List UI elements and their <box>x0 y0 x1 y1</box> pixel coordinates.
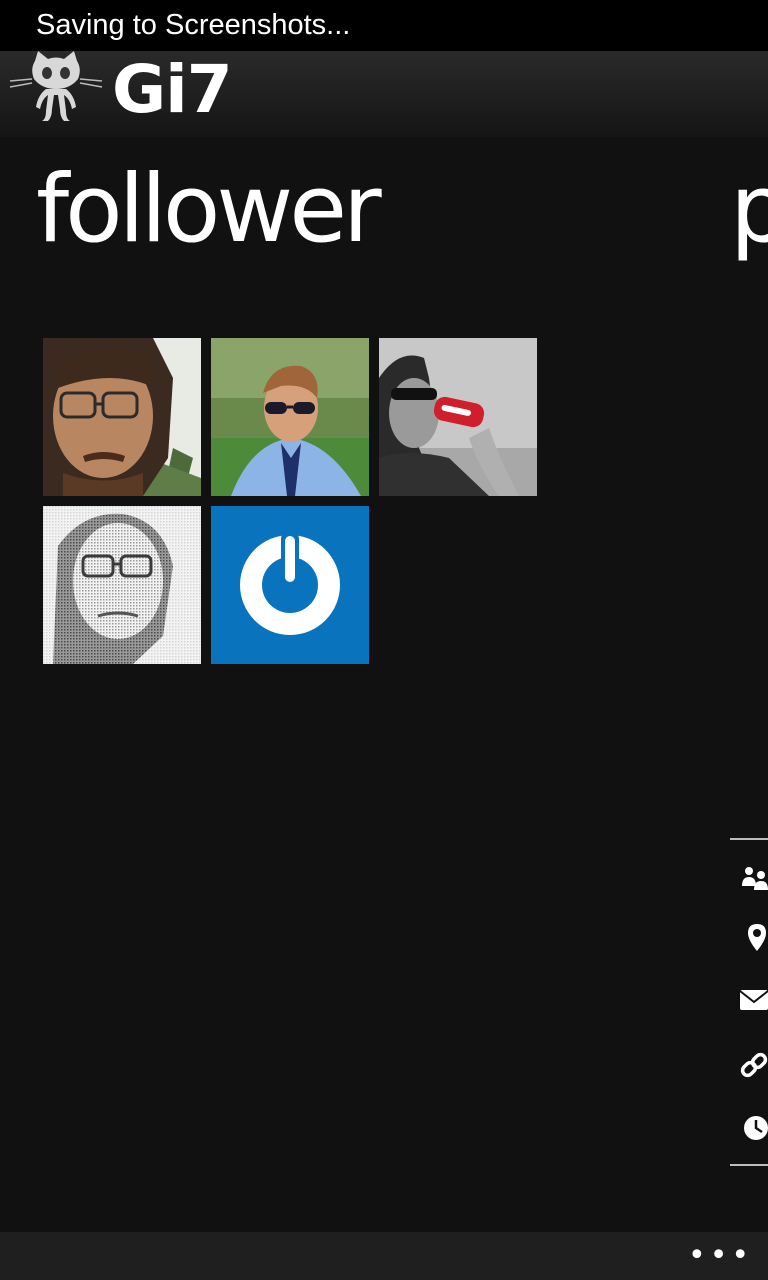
more-options-button[interactable]: ••• <box>688 1241 749 1271</box>
clock-icon <box>744 1116 768 1140</box>
follower-avatar-photo <box>379 338 537 496</box>
app-bar: ••• <box>0 1232 768 1280</box>
status-text: Saving to Screenshots... <box>36 9 351 41</box>
follower-avatar-photo <box>43 506 201 664</box>
power-logo-icon <box>211 506 369 664</box>
divider <box>730 1164 768 1166</box>
people-icon <box>742 867 768 890</box>
follower-tile[interactable] <box>211 506 369 664</box>
pivot-title[interactable]: follower <box>36 150 382 270</box>
app-title: Gi7 <box>112 51 233 128</box>
pivot-next-title[interactable]: p <box>730 150 768 270</box>
octocat-icon <box>9 51 103 121</box>
app-header: Gi7 <box>0 51 768 137</box>
status-bar: Saving to Screenshots... <box>0 0 768 51</box>
follower-avatar-photo <box>211 338 369 496</box>
location-pin-icon <box>748 924 766 951</box>
follower-tile[interactable] <box>379 338 537 496</box>
follower-tile[interactable] <box>43 506 201 664</box>
follower-tile[interactable] <box>43 338 201 496</box>
follower-avatar-photo <box>43 338 201 496</box>
mail-icon <box>739 990 768 1010</box>
follower-tile[interactable] <box>211 338 369 496</box>
link-icon <box>740 1052 768 1078</box>
divider <box>730 838 768 840</box>
